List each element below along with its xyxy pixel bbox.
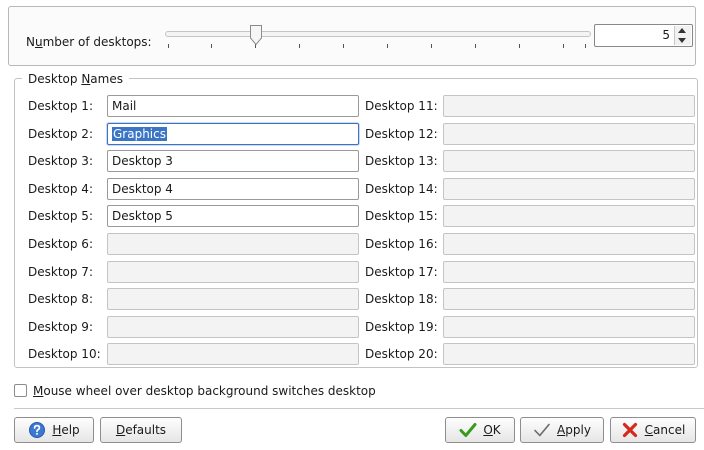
help-icon (29, 422, 46, 438)
defaults-button[interactable]: Defaults (100, 417, 182, 443)
slider-tick (211, 44, 212, 48)
help-button-label: Help (52, 423, 80, 437)
cancel-button-label: Cancel (644, 423, 686, 437)
desktop-12-name-input[interactable] (443, 123, 695, 145)
desktops-slider-groove[interactable] (165, 31, 591, 37)
apply-button[interactable]: Apply (520, 417, 604, 443)
number-of-desktops-spinbox[interactable]: 5 (594, 24, 693, 47)
desktop-8-label: Desktop 8: (28, 292, 93, 306)
desktop-10-label: Desktop 10: (28, 347, 101, 361)
desktop-12-label: Desktop 12: (365, 127, 438, 141)
mouse-wheel-checkbox[interactable] (14, 384, 27, 397)
desktop-6-label: Desktop 6: (28, 237, 93, 251)
desktop-11-name-input[interactable] (443, 95, 695, 117)
checkmark-icon (459, 423, 477, 437)
defaults-button-label: Defaults (115, 423, 167, 437)
desktop-2-name-input[interactable]: Graphics (107, 123, 359, 145)
desktop-1-label: Desktop 1: (28, 99, 93, 113)
slider-tick (475, 44, 476, 48)
desktop-20-label: Desktop 20: (365, 347, 438, 361)
desktop-19-name-input[interactable] (443, 316, 695, 338)
slider-tick (431, 44, 432, 48)
desktop-16-name-input[interactable] (443, 233, 695, 255)
slider-tick (585, 44, 586, 48)
desktop-19-label: Desktop 19: (365, 320, 438, 334)
desktop-3-name-input[interactable]: Desktop 3 (107, 150, 359, 172)
desktop-14-name-input[interactable] (443, 178, 695, 200)
help-button[interactable]: Help (14, 417, 94, 443)
desktop-6-name-input[interactable] (107, 233, 359, 255)
desktop-18-label: Desktop 18: (365, 292, 438, 306)
ok-button[interactable]: OK (445, 417, 515, 443)
selected-text: Graphics (112, 127, 167, 141)
desktop-5-label: Desktop 5: (28, 209, 93, 223)
desktop-4-label: Desktop 4: (28, 182, 93, 196)
desktop-9-name-input[interactable] (107, 316, 359, 338)
desktop-7-name-input[interactable] (107, 261, 359, 283)
desktop-3-label: Desktop 3: (28, 154, 93, 168)
separator (14, 408, 704, 409)
desktop-13-label: Desktop 13: (365, 154, 438, 168)
desktop-15-name-input[interactable] (443, 205, 695, 227)
desktops-slider-handle[interactable] (249, 24, 263, 46)
spin-up-arrow-icon[interactable] (678, 28, 686, 33)
slider-tick (299, 44, 300, 48)
desktop-2-label: Desktop 2: (28, 127, 93, 141)
spinbox-buttons[interactable] (674, 26, 691, 45)
slider-tick (519, 44, 520, 48)
desktop-20-name-input[interactable] (443, 343, 695, 365)
desktop-17-name-input[interactable] (443, 261, 695, 283)
desktop-4-name-input[interactable]: Desktop 4 (107, 178, 359, 200)
desktop-10-name-input[interactable] (107, 343, 359, 365)
desktop-14-label: Desktop 14: (365, 182, 438, 196)
cancel-x-icon (622, 422, 637, 438)
apply-button-label: Apply (557, 423, 591, 437)
desktop-16-label: Desktop 16: (365, 237, 438, 251)
desktop-9-label: Desktop 9: (28, 320, 93, 334)
slider-tick (563, 44, 564, 48)
desktop-17-label: Desktop 17: (365, 265, 438, 279)
number-of-desktops-label: Number of desktops: (26, 35, 152, 49)
desktop-7-label: Desktop 7: (28, 265, 93, 279)
spin-down-arrow-icon[interactable] (678, 38, 686, 43)
desktop-18-name-input[interactable] (443, 288, 695, 310)
checkmark-outline-icon (534, 423, 550, 437)
cancel-button[interactable]: Cancel (610, 417, 696, 443)
desktop-13-name-input[interactable] (443, 150, 695, 172)
desktop-1-name-input[interactable]: Mail (107, 95, 359, 117)
slider-tick (168, 44, 169, 48)
spinbox-value[interactable]: 5 (662, 28, 670, 43)
slider-tick (387, 44, 388, 48)
desktop-8-name-input[interactable] (107, 288, 359, 310)
ok-button-label: OK (483, 423, 501, 437)
desktop-names-title: Desktop Names (22, 72, 129, 86)
desktop-5-name-input[interactable]: Desktop 5 (107, 205, 359, 227)
desktop-15-label: Desktop 15: (365, 209, 438, 223)
slider-tick (343, 44, 344, 48)
desktop-11-label: Desktop 11: (365, 99, 438, 113)
mouse-wheel-label[interactable]: Mouse wheel over desktop background swit… (33, 384, 376, 398)
